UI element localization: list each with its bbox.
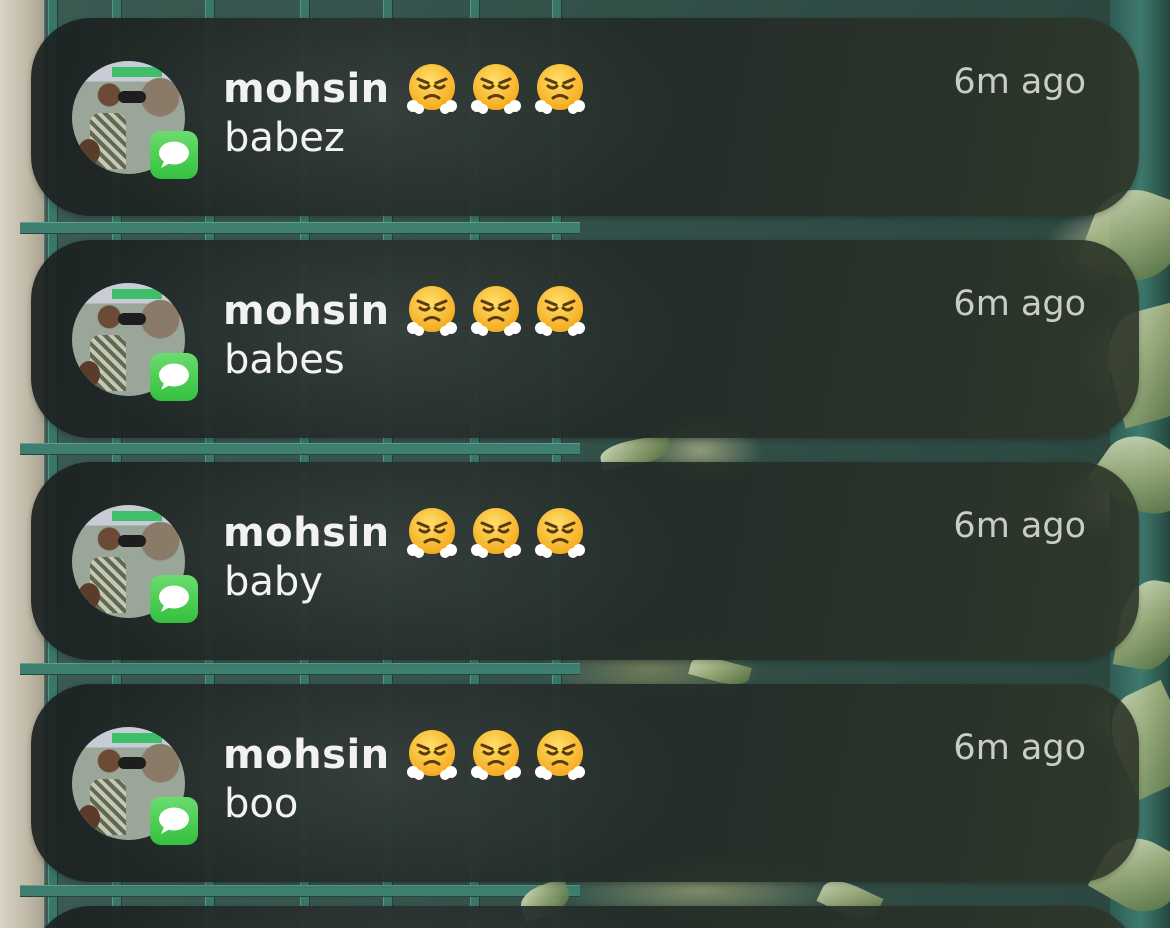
emoji-group <box>405 62 597 116</box>
emoji-group <box>405 284 597 338</box>
face-with-steam-from-nose-icon <box>406 64 457 114</box>
face-with-steam-from-nose-icon <box>534 730 585 780</box>
notification-time: 6m ago <box>953 284 1086 324</box>
sender-line: mohsin <box>223 503 597 563</box>
face-with-steam-from-nose-icon <box>534 508 585 558</box>
emoji-group <box>405 728 597 782</box>
messages-icon <box>150 575 198 623</box>
notification-time: 6m ago <box>953 728 1086 768</box>
notification-card[interactable]: mohsin 6m ago boo <box>31 684 1139 882</box>
notification-card[interactable]: mohsin 6m ago babez <box>31 18 1139 216</box>
sender-name: mohsin <box>223 66 390 112</box>
messages-icon <box>150 797 198 845</box>
messages-icon <box>150 131 198 179</box>
face-with-steam-from-nose-icon <box>534 64 585 114</box>
sender-line: mohsin <box>223 281 597 341</box>
face-with-steam-from-nose-icon <box>534 286 585 336</box>
face-with-steam-from-nose-icon <box>470 508 521 558</box>
face-with-steam-from-nose-icon <box>470 730 521 780</box>
face-with-steam-from-nose-icon <box>406 730 457 780</box>
notification-card[interactable]: mohsin 6m ago babes <box>31 240 1139 438</box>
notification-card[interactable]: mohsin 6m ago baby <box>31 462 1139 660</box>
sender-line: mohsin <box>223 59 597 119</box>
face-with-steam-from-nose-icon <box>406 508 457 558</box>
notification-card-partial[interactable] <box>31 906 1139 928</box>
notification-message: boo <box>224 781 299 827</box>
notification-time: 6m ago <box>953 62 1086 102</box>
sender-name: mohsin <box>223 288 390 334</box>
notification-time: 6m ago <box>953 506 1086 546</box>
face-with-steam-from-nose-icon <box>406 286 457 336</box>
sender-name: mohsin <box>223 732 390 778</box>
face-with-steam-from-nose-icon <box>470 64 521 114</box>
notification-message: baby <box>224 559 323 605</box>
emoji-group <box>405 506 597 560</box>
notification-message: babez <box>224 115 345 161</box>
sender-line: mohsin <box>223 725 597 785</box>
face-with-steam-from-nose-icon <box>470 286 521 336</box>
notification-message: babes <box>224 337 345 383</box>
sender-name: mohsin <box>223 510 390 556</box>
messages-icon <box>150 353 198 401</box>
notification-stack: mohsin 6m ago babez mohsin 6m ago babes … <box>31 18 1139 928</box>
